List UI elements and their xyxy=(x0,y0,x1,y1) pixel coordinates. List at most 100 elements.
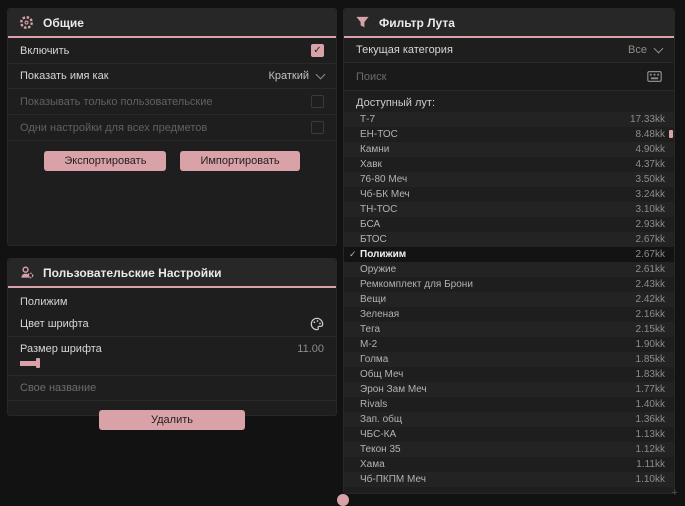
font-size-label: Размер шрифта xyxy=(20,343,102,355)
loot-row[interactable]: ТН-ТОС 3.10kk xyxy=(344,202,674,217)
scrollbar-thumb[interactable] xyxy=(669,130,673,138)
loot-item-value: 1.83kk xyxy=(635,369,665,380)
loot-item-value: 1.77kk xyxy=(635,384,665,395)
loot-item-name: ЕН-ТОС xyxy=(360,129,398,140)
loot-item-name: Текон 35 xyxy=(360,444,401,455)
loot-row[interactable]: Зеленая 2.16kk xyxy=(344,307,674,322)
same-settings-label: Одни настройки для всех предметов xyxy=(20,121,208,134)
user-settings-icon xyxy=(19,265,34,280)
loot-row[interactable]: Общ Меч 1.83kk xyxy=(344,367,674,382)
loot-row[interactable]: Чб-БК Меч 3.24kk xyxy=(344,187,674,202)
slider-track[interactable] xyxy=(20,358,324,368)
same-settings-row: Одни настройки для всех предметов xyxy=(8,115,336,141)
font-color-row: Цвет шрифта xyxy=(8,312,336,337)
loot-item-name: БСА xyxy=(360,219,381,230)
import-button[interactable]: Импортировать xyxy=(180,151,300,171)
available-loot-label: Доступный лут: xyxy=(356,97,436,109)
only-custom-label: Показывать только пользовательские xyxy=(20,95,213,108)
loot-row[interactable]: Ремкомплект для Брони 2.43kk xyxy=(344,277,674,292)
loot-item-value: 2.16kk xyxy=(635,309,665,320)
enable-checkbox[interactable]: ✓ xyxy=(311,44,324,57)
loot-row[interactable]: Вещи 2.42kk xyxy=(344,292,674,307)
enable-label: Включить xyxy=(20,44,70,57)
loot-row[interactable]: Хавк 4.37kk xyxy=(344,157,674,172)
loot-item-name: Rivals xyxy=(360,399,388,410)
loot-row[interactable]: Хама 1.11kk xyxy=(344,457,674,472)
loot-row[interactable]: Rivals 1.40kk xyxy=(344,397,674,412)
loot-item-value: 1.40kk xyxy=(635,399,665,410)
loot-item-value: 1.11kk xyxy=(636,459,665,470)
enable-row: Включить ✓ xyxy=(8,38,336,64)
loot-item-value: 3.24kk xyxy=(635,189,665,200)
slider-fill xyxy=(20,361,36,366)
loot-item-value: 1.10kk xyxy=(635,474,665,485)
loot-item-name: Т-7 xyxy=(360,114,375,125)
loot-row[interactable]: Эрон Зам Меч 1.77kk xyxy=(344,382,674,397)
loot-item-value: 8.48kk xyxy=(635,129,665,140)
loot-row[interactable]: М-2 1.90kk xyxy=(344,337,674,352)
loot-row[interactable]: Т-7 17.33kk xyxy=(344,112,674,127)
loot-item-value: 1.90kk xyxy=(635,339,665,350)
user-settings-panel-header[interactable]: Пользовательские Настройки xyxy=(8,259,336,288)
loot-filter-panel-title: Фильтр Лута xyxy=(379,15,455,30)
delete-button[interactable]: Удалить xyxy=(99,410,245,430)
loot-row[interactable]: Тега 2.15kk xyxy=(344,322,674,337)
loot-item-value: 1.13kk xyxy=(635,429,665,440)
resize-grip-icon[interactable]: + xyxy=(672,488,678,499)
loot-row[interactable]: Камни 4.90kk xyxy=(344,142,674,157)
loot-item-value: 2.43kk xyxy=(635,279,665,290)
general-panel-header[interactable]: Общие xyxy=(8,9,336,38)
export-button[interactable]: Экспортировать xyxy=(44,151,167,171)
loot-item-value: 1.85kk xyxy=(635,354,665,365)
category-label: Текущая категория xyxy=(356,44,453,56)
loot-filter-panel: Фильтр Лута Текущая категория Все Поиск … xyxy=(343,8,678,499)
loot-item-value: 3.50kk xyxy=(635,174,665,185)
loot-item-value: 4.90kk xyxy=(635,144,665,155)
chevron-down-icon xyxy=(653,43,664,54)
custom-name-row xyxy=(8,376,336,401)
category-row: Текущая категория Все xyxy=(344,38,674,63)
gear-icon xyxy=(19,15,34,30)
show-name-dropdown[interactable]: Краткий xyxy=(268,69,326,82)
show-name-label: Показать имя как xyxy=(20,70,109,82)
font-size-slider[interactable] xyxy=(8,357,336,376)
loot-row[interactable]: ЕН-ТОС 8.48kk xyxy=(344,127,674,142)
category-dropdown[interactable]: Все xyxy=(628,43,664,56)
loot-filter-panel-header[interactable]: Фильтр Лута xyxy=(344,9,674,38)
loot-row[interactable]: Текон 35 1.12kk xyxy=(344,442,674,457)
loot-item-name: Оружие xyxy=(360,264,397,275)
left-column: Общие Включить ✓ Показать имя как Кратки… xyxy=(7,8,337,494)
only-custom-row: Показывать только пользовательские xyxy=(8,89,336,115)
loot-item-value: 2.61kk xyxy=(635,264,665,275)
right-column: Фильтр Лута Текущая категория Все Поиск … xyxy=(343,8,678,499)
funnel-icon xyxy=(355,15,370,30)
loot-list: Т-7 17.33kk ЕН-ТОС 8.48kk Камни 4.90kk Хавк 4.3… xyxy=(344,112,674,493)
general-panel-title: Общие xyxy=(43,15,84,30)
loot-item-name: ЧБС-КА xyxy=(360,429,397,440)
same-settings-checkbox xyxy=(311,121,324,134)
check-icon: ✓ xyxy=(349,249,357,259)
keyboard-icon[interactable] xyxy=(647,69,662,84)
loot-row[interactable]: БТОС 2.67kk xyxy=(344,232,674,247)
loot-item-name: Общ Меч xyxy=(360,369,404,380)
loot-item-value: 2.15kk xyxy=(635,324,665,335)
loot-item-name: ТН-ТОС xyxy=(360,204,398,215)
loot-item-name: Эрон Зам Меч xyxy=(360,384,427,395)
loot-row[interactable]: Голма 1.85kk xyxy=(344,352,674,367)
loot-row[interactable]: БСА 2.93kk xyxy=(344,217,674,232)
loot-row[interactable]: Зап. общ 1.36kk xyxy=(344,412,674,427)
loot-row[interactable]: 76-80 Меч 3.50kk xyxy=(344,172,674,187)
slider-handle[interactable] xyxy=(36,358,40,368)
custom-name-input[interactable] xyxy=(20,382,324,394)
loot-item-value: 3.10kk xyxy=(635,204,665,215)
loot-item-value: 2.93kk xyxy=(635,219,665,230)
palette-icon[interactable] xyxy=(309,317,324,332)
search-input[interactable] xyxy=(356,70,647,83)
loot-row[interactable]: ЧБС-КА 1.13kk xyxy=(344,427,674,442)
loot-row[interactable]: ✓ Полижим 2.67kk xyxy=(344,247,674,262)
check-icon: ✓ xyxy=(313,44,322,56)
loot-item-value: 2.67kk xyxy=(635,234,665,245)
loot-row[interactable]: Чб-ПКПМ Меч 1.10kk xyxy=(344,472,674,487)
loot-item-name: М-2 xyxy=(360,339,378,350)
loot-row[interactable]: Оружие 2.61kk xyxy=(344,262,674,277)
